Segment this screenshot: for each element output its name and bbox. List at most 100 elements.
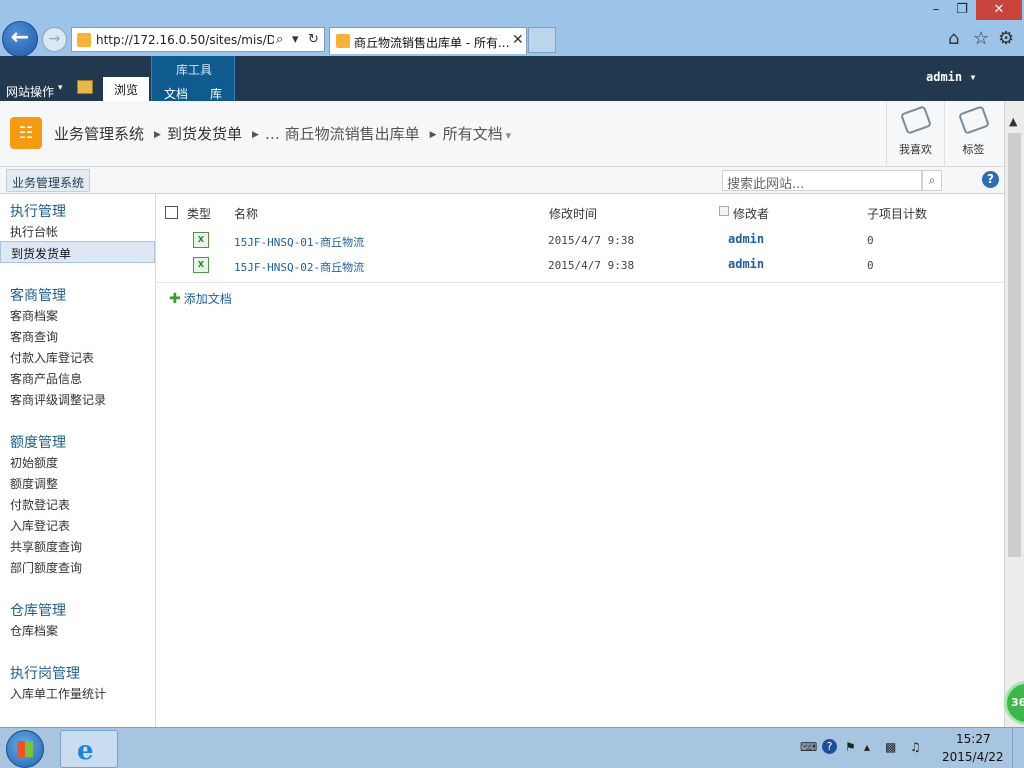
tab-documents[interactable]: 文档 — [164, 85, 188, 102]
dropdown-icon[interactable]: ▾ — [292, 32, 299, 47]
clock-date[interactable]: 2015/4/22 — [942, 750, 1004, 764]
breadcrumb-list[interactable]: 到货发货单 — [167, 125, 242, 143]
site-actions-menu[interactable]: 网站操作 — [6, 83, 54, 100]
new-tab-button[interactable] — [528, 27, 556, 53]
forward-arrow-icon[interactable]: → — [42, 27, 67, 52]
nav-item-shared-credit[interactable]: 共享额度查询 — [10, 538, 82, 555]
help-icon[interactable]: ? — [982, 171, 999, 188]
nav-heading-execution[interactable]: 执行管理 — [10, 201, 66, 221]
windows-logo-icon — [17, 741, 33, 757]
tags-button[interactable]: 标签 — [944, 101, 1002, 167]
nav-item-execution-ledger[interactable]: 执行台帐 — [10, 223, 58, 240]
modified-date: 2015/4/7 9:38 — [548, 234, 635, 247]
like-button[interactable]: 我喜欢 — [886, 101, 944, 167]
network-signal-icon[interactable]: ▩ — [885, 740, 896, 754]
breadcrumb-separator-icon: ▶ — [154, 130, 161, 140]
document-name-link[interactable]: 15JF-HNSQ-02-商丘物流 — [234, 259, 364, 275]
tray-expand-icon[interactable]: ▴ — [864, 740, 870, 754]
nav-item-credit-adjust[interactable]: 额度调整 — [10, 475, 58, 492]
tray-flag-icon[interactable]: ⚑ — [845, 740, 856, 754]
address-url[interactable]: http://172.16.0.50/sites/mis/Do — [96, 33, 274, 47]
top-link-home[interactable]: 业务管理系统 — [6, 169, 91, 192]
site-search-input[interactable]: 搜索此网站... — [722, 170, 922, 192]
nav-heading-exec-post[interactable]: 执行岗管理 — [10, 663, 80, 683]
nav-item-payment-register[interactable]: 付款登记表 — [10, 496, 70, 513]
like-label: 我喜欢 — [899, 143, 932, 156]
excel-file-icon[interactable]: X — [193, 232, 209, 248]
quick-launch: 执行管理 执行台帐 到货发货单 客商管理 客商档案 客商查询 付款入库登记表 客… — [0, 194, 156, 727]
nav-item-delivery-notes[interactable]: 到货发货单 — [0, 241, 155, 263]
nav-heading-merchants[interactable]: 客商管理 — [10, 285, 66, 305]
favorites-star-icon[interactable]: ☆ — [973, 28, 989, 49]
nav-heading-warehouse[interactable]: 仓库管理 — [10, 600, 66, 620]
modified-by-filter-checkbox[interactable] — [719, 206, 729, 216]
column-header-modified-by[interactable]: 修改者 — [733, 205, 769, 222]
nav-heading-credit[interactable]: 额度管理 — [10, 432, 66, 452]
refresh-icon[interactable]: ↻ — [308, 32, 319, 47]
maximize-icon[interactable]: ❐ — [950, 0, 974, 20]
home-icon[interactable]: ⌂ — [948, 28, 959, 49]
address-bar[interactable]: http://172.16.0.50/sites/mis/Do ⌕ ▾ ↻ — [71, 27, 325, 52]
excel-file-icon[interactable]: X — [193, 257, 209, 273]
back-arrow-icon[interactable]: ← — [2, 21, 38, 57]
tools-gear-icon[interactable]: ⚙ — [998, 28, 1014, 49]
library-tools-title: 库工具 — [175, 63, 212, 77]
page-title-area: ☷ 业务管理系统 ▶ 到货发货单 ▶ … 商丘物流销售出库单 ▶ 所有文档 ▾ 我喜欢 标签 — [0, 101, 1004, 167]
nav-item-inbound-workload[interactable]: 入库单工作量统计 — [10, 685, 106, 702]
nav-item-initial-credit[interactable]: 初始额度 — [10, 454, 58, 471]
tab-close-icon[interactable]: ✕ — [512, 32, 524, 48]
select-all-checkbox[interactable] — [165, 206, 178, 219]
nav-item-merchant-files[interactable]: 客商档案 — [10, 307, 58, 324]
keyboard-icon[interactable]: ⌨ — [800, 740, 817, 754]
navigate-up-folder-icon[interactable] — [77, 80, 93, 94]
taskbar-internet-explorer[interactable]: e — [60, 730, 118, 768]
column-header-modified[interactable]: 修改时间 — [549, 205, 597, 222]
document-name-link[interactable]: 15JF-HNSQ-01-商丘物流 — [234, 234, 364, 250]
nav-item-merchant-products[interactable]: 客商产品信息 — [10, 370, 82, 387]
column-header-child-count[interactable]: 子项目计数 — [867, 205, 927, 222]
nav-item-merchant-query[interactable]: 客商查询 — [10, 328, 58, 345]
column-header-name[interactable]: 名称 — [234, 205, 258, 222]
show-desktop-button[interactable] — [1012, 728, 1024, 768]
modified-by-link[interactable]: admin — [728, 232, 764, 246]
windows-taskbar: e ⌨ ? ⚑ ▴ ▩ ♫ 15:27 2015/4/22 — [0, 727, 1024, 768]
table-row[interactable]: X 15JF-HNSQ-01-商丘物流 2015/4/7 9:38 admin … — [157, 230, 1004, 254]
nav-item-warehouse-files[interactable]: 仓库档案 — [10, 622, 58, 639]
search-icon[interactable]: ⌕ — [276, 32, 283, 47]
breadcrumb-separator-icon: ▶ — [429, 130, 437, 140]
search-icon[interactable]: ⌕ — [922, 170, 942, 191]
internet-explorer-icon: e — [77, 736, 94, 766]
minimize-icon[interactable]: – — [924, 0, 948, 20]
view-chevron-down-icon[interactable]: ▾ — [506, 129, 512, 142]
start-button[interactable] — [6, 730, 44, 768]
nav-item-dept-credit[interactable]: 部门额度查询 — [10, 559, 82, 576]
scroll-up-icon[interactable]: ▲ — [1009, 115, 1017, 128]
breadcrumb-folder[interactable]: … 商丘物流销售出库单 — [265, 125, 420, 143]
breadcrumb-view[interactable]: 所有文档 — [443, 125, 503, 143]
chevron-down-icon[interactable]: ▾ — [58, 83, 63, 93]
clock-time[interactable]: 15:27 — [956, 732, 991, 746]
page-scrollbar[interactable]: ▲ — [1004, 101, 1024, 727]
tray-help-icon[interactable]: ? — [822, 739, 837, 754]
tab-library[interactable]: 库 — [210, 85, 222, 102]
close-window-icon[interactable]: ✕ — [976, 0, 1022, 20]
column-header-type[interactable]: 类型 — [187, 205, 211, 222]
add-document-link[interactable]: ✚ 添加文档 — [169, 290, 232, 307]
user-menu[interactable]: admin ▾ — [926, 70, 977, 84]
add-document-label[interactable]: 添加文档 — [184, 292, 232, 306]
table-row[interactable]: X 15JF-HNSQ-02-商丘物流 2015/4/7 9:38 admin … — [157, 255, 1004, 279]
nav-item-inbound-register[interactable]: 入库登记表 — [10, 517, 70, 534]
tab-title[interactable]: 商丘物流销售出库单 - 所有... — [354, 34, 510, 51]
breadcrumb-site[interactable]: 业务管理系统 — [54, 125, 144, 143]
nav-item-merchant-rating[interactable]: 客商评级调整记录 — [10, 391, 106, 408]
child-count: 0 — [867, 259, 874, 272]
modified-by-link[interactable]: admin — [728, 257, 764, 271]
browser-tab-active[interactable]: 商丘物流销售出库单 - 所有... ✕ — [329, 27, 527, 54]
add-plus-icon[interactable]: ✚ — [169, 291, 181, 307]
site-logo-icon[interactable]: ☷ — [10, 117, 42, 149]
volume-icon[interactable]: ♫ — [910, 740, 921, 754]
tab-favicon-icon — [336, 34, 350, 48]
tab-browse[interactable]: 浏览 — [103, 77, 149, 101]
scrollbar-thumb[interactable] — [1008, 133, 1021, 557]
nav-item-payment-inbound[interactable]: 付款入库登记表 — [10, 349, 94, 366]
